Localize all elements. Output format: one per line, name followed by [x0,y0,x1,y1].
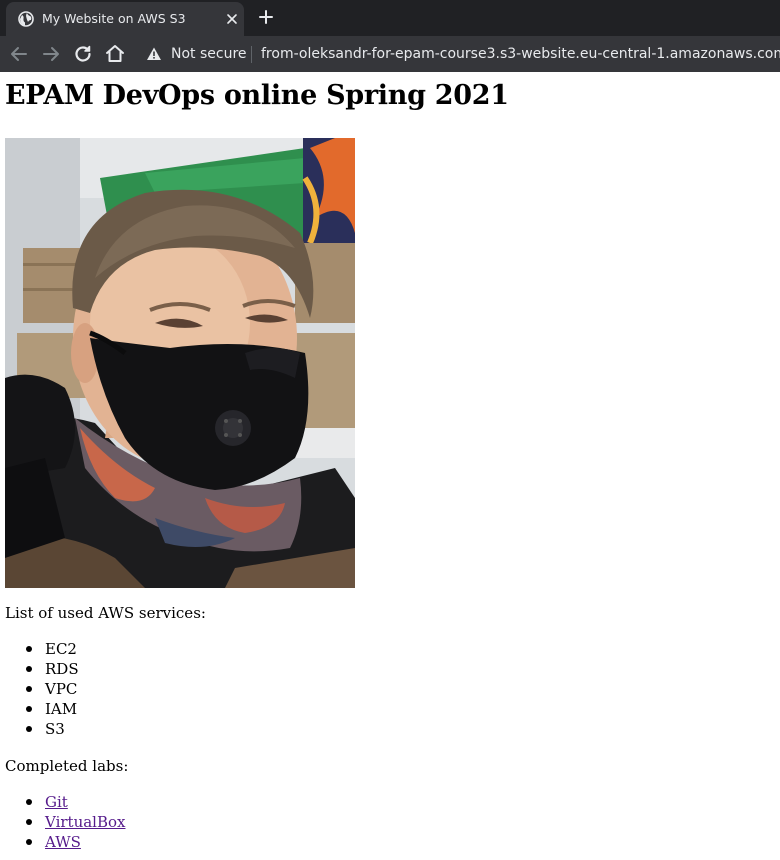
list-item: AWS [0,832,125,852]
omnibox-divider [251,46,252,63]
list-item: IAM [0,699,79,719]
lab-link-aws[interactable]: AWS [45,833,81,851]
service-name: IAM [45,700,78,718]
globe-icon [18,11,34,27]
list-item: VPC [0,679,79,699]
security-label[interactable]: Not secure [171,46,247,62]
back-arrow-icon[interactable] [7,42,31,66]
bullet [26,839,32,845]
bullet [26,819,32,825]
new-tab-icon[interactable] [256,7,276,27]
profile-photo [5,138,355,588]
url-text[interactable]: from-oleksandr-for-epam-course3.s3-websi… [261,46,780,62]
service-name: S3 [45,720,65,738]
services-label: List of used AWS services: [5,604,206,622]
home-icon[interactable] [103,42,127,66]
list-item: VirtualBox [0,812,125,832]
close-icon[interactable] [224,11,240,27]
bullet [26,799,32,805]
page-title: EPAM DevOps online Spring 2021 [5,80,509,111]
tab-active[interactable]: My Website on AWS S3 [6,2,244,36]
list-item: S3 [0,719,79,739]
toolbar: Not secure from-oleksandr-for-epam-cours… [0,36,780,72]
labs-list: Git VirtualBox AWS [0,792,125,852]
bullet [26,706,32,712]
lab-link-git[interactable]: Git [45,793,68,811]
service-name: EC2 [45,640,77,658]
address-bar[interactable]: Not secure from-oleksandr-for-epam-cours… [140,40,780,68]
services-list: EC2 RDS VPC IAM S3 [0,639,79,739]
list-item: EC2 [0,639,79,659]
labs-label: Completed labs: [5,757,129,775]
bullet [26,666,32,672]
bullet [26,646,32,652]
reload-icon[interactable] [71,42,95,66]
browser-chrome: My Website on AWS S3 Not secure from-ole… [0,0,780,72]
forward-arrow-icon[interactable] [39,42,63,66]
tab-title: My Website on AWS S3 [42,11,186,26]
list-item: Git [0,792,125,812]
bullet [26,726,32,732]
page-content: EPAM DevOps online Spring 2021 List of u… [0,72,780,860]
lab-link-virtualbox[interactable]: VirtualBox [45,813,125,831]
service-name: RDS [45,660,79,678]
tab-strip: My Website on AWS S3 [0,0,780,36]
bullet [26,686,32,692]
service-name: VPC [45,680,78,698]
warning-icon[interactable] [146,46,162,62]
list-item: RDS [0,659,79,679]
